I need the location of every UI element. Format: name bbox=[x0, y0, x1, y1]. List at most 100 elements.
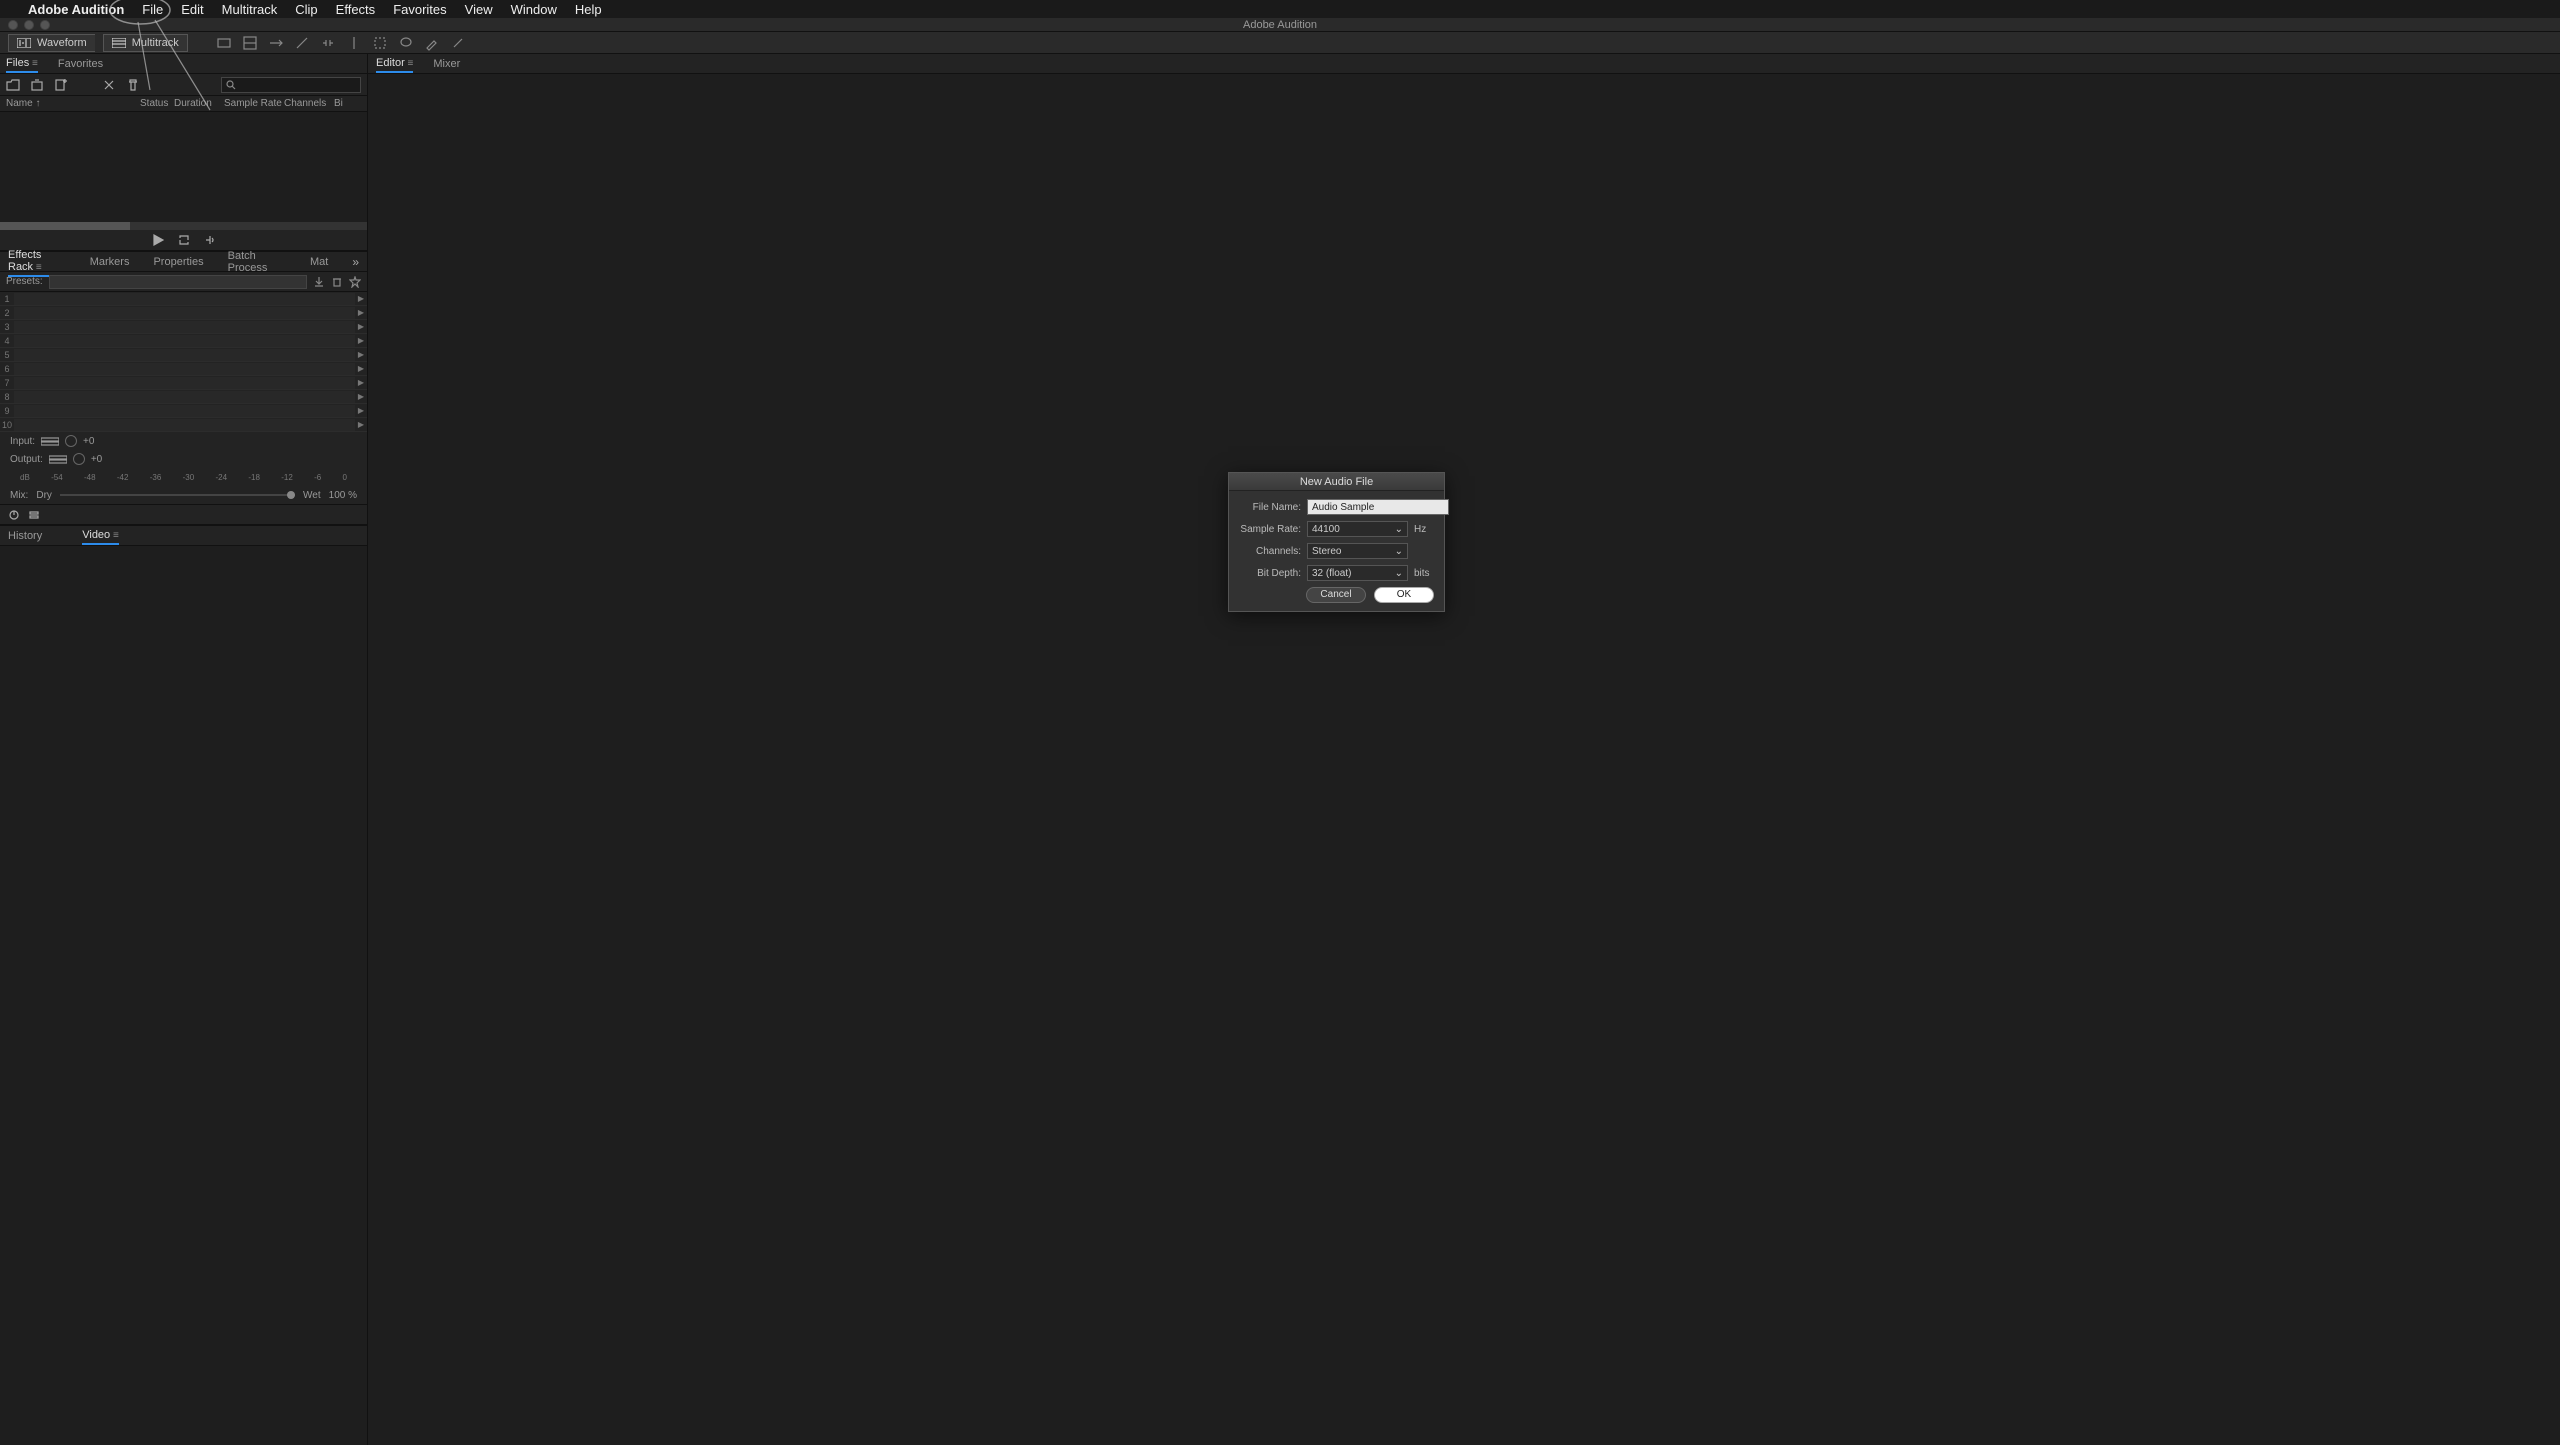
menu-view[interactable]: View bbox=[465, 2, 493, 17]
open-file-icon[interactable] bbox=[6, 78, 20, 92]
bitdepth-label: Bit Depth: bbox=[1239, 568, 1301, 579]
col-duration[interactable]: Duration bbox=[174, 98, 224, 109]
search-icon bbox=[226, 80, 236, 90]
samplerate-select[interactable]: 44100 ⌄ bbox=[1307, 521, 1408, 537]
menu-favorites[interactable]: Favorites bbox=[393, 2, 446, 17]
traffic-zoom-icon[interactable] bbox=[40, 20, 50, 30]
mix-slider[interactable] bbox=[60, 494, 295, 496]
slot-arrow-icon[interactable]: ▶ bbox=[355, 364, 367, 373]
close-file-icon[interactable] bbox=[102, 78, 116, 92]
files-toolbar bbox=[0, 74, 367, 96]
rack-slot: 3▶ bbox=[0, 320, 367, 334]
waveform-mode-button[interactable]: Waveform bbox=[8, 34, 95, 52]
menu-edit[interactable]: Edit bbox=[181, 2, 203, 17]
edit-icon[interactable] bbox=[28, 509, 40, 521]
mix-slider-thumb[interactable] bbox=[287, 491, 295, 499]
slot-arrow-icon[interactable]: ▶ bbox=[355, 350, 367, 359]
col-status[interactable]: Status bbox=[140, 98, 174, 109]
channels-label: Channels: bbox=[1239, 546, 1301, 557]
filename-input[interactable] bbox=[1307, 499, 1449, 515]
tool-brush-icon[interactable] bbox=[424, 35, 440, 51]
tool-slip-icon[interactable] bbox=[320, 35, 336, 51]
mix-wet: Wet bbox=[303, 490, 321, 501]
multitrack-mode-button[interactable]: Multitrack bbox=[103, 34, 188, 52]
tab-editor[interactable]: Editor bbox=[376, 55, 413, 73]
slot-arrow-icon[interactable]: ▶ bbox=[355, 322, 367, 331]
menu-file[interactable]: File bbox=[142, 2, 163, 17]
delete-preset-icon[interactable] bbox=[331, 276, 343, 288]
play-icon[interactable] bbox=[152, 234, 164, 246]
import-icon[interactable] bbox=[30, 78, 44, 92]
slot-arrow-icon[interactable]: ▶ bbox=[355, 294, 367, 303]
power-icon[interactable] bbox=[8, 509, 20, 521]
tab-favorites[interactable]: Favorites bbox=[58, 56, 103, 72]
rack-slot: 9▶ bbox=[0, 404, 367, 418]
mix-row: Mix: Dry Wet 100 % bbox=[0, 486, 367, 504]
slot-arrow-icon[interactable]: ▶ bbox=[355, 378, 367, 387]
editor-tabs: Editor Mixer bbox=[368, 54, 2560, 74]
effects-rack-tabs: Effects Rack Markers Properties Batch Pr… bbox=[0, 252, 367, 272]
output-knob[interactable] bbox=[73, 453, 85, 465]
new-file-icon[interactable] bbox=[54, 78, 68, 92]
files-hscroll-thumb[interactable] bbox=[0, 222, 130, 230]
tab-history[interactable]: History bbox=[8, 528, 42, 544]
samplerate-value: 44100 bbox=[1312, 524, 1340, 535]
traffic-close-icon[interactable] bbox=[8, 20, 18, 30]
samplerate-label: Sample Rate: bbox=[1239, 524, 1301, 535]
rack-slot: 2▶ bbox=[0, 306, 367, 320]
slot-arrow-icon[interactable]: ▶ bbox=[355, 420, 367, 429]
tool-icons-group bbox=[216, 35, 466, 51]
channels-value: Stereo bbox=[1312, 546, 1341, 557]
rack-bottom-bar bbox=[0, 504, 367, 526]
col-name[interactable]: Name ↑ bbox=[0, 98, 140, 109]
input-knob[interactable] bbox=[65, 435, 77, 447]
tool-spectral-icon[interactable] bbox=[242, 35, 258, 51]
menu-window[interactable]: Window bbox=[511, 2, 557, 17]
ok-button[interactable]: OK bbox=[1374, 587, 1434, 603]
tool-marquee-icon[interactable] bbox=[372, 35, 388, 51]
tool-lasso-icon[interactable] bbox=[398, 35, 414, 51]
slot-arrow-icon[interactable]: ▶ bbox=[355, 336, 367, 345]
tool-move-icon[interactable] bbox=[268, 35, 284, 51]
cancel-button[interactable]: Cancel bbox=[1306, 587, 1366, 603]
menu-clip[interactable]: Clip bbox=[295, 2, 317, 17]
tab-match[interactable]: Mat bbox=[310, 254, 328, 270]
tab-mixer[interactable]: Mixer bbox=[433, 56, 460, 72]
tool-razor-icon[interactable] bbox=[294, 35, 310, 51]
col-bitdepth[interactable]: Bi bbox=[334, 98, 354, 109]
tool-hud-icon[interactable] bbox=[216, 35, 232, 51]
slot-arrow-icon[interactable]: ▶ bbox=[355, 308, 367, 317]
window-title: Adobe Audition bbox=[1243, 19, 1317, 31]
chevron-down-icon: ⌄ bbox=[1395, 546, 1403, 557]
tab-files[interactable]: Files bbox=[6, 55, 38, 73]
col-samplerate[interactable]: Sample Rate bbox=[224, 98, 284, 109]
menu-effects[interactable]: Effects bbox=[336, 2, 376, 17]
files-search-input[interactable] bbox=[221, 77, 361, 93]
files-panel-tabs: Files Favorites bbox=[0, 54, 367, 74]
app-name[interactable]: Adobe Audition bbox=[28, 2, 124, 17]
tab-properties[interactable]: Properties bbox=[153, 254, 203, 270]
traffic-minimize-icon[interactable] bbox=[24, 20, 34, 30]
history-video-tabs: History Video bbox=[0, 526, 367, 546]
tab-video[interactable]: Video bbox=[82, 527, 119, 545]
tool-time-icon[interactable] bbox=[346, 35, 362, 51]
save-preset-icon[interactable] bbox=[313, 276, 325, 288]
files-hscroll[interactable] bbox=[0, 222, 367, 230]
loop-icon[interactable] bbox=[178, 234, 190, 246]
trash-icon[interactable] bbox=[126, 78, 140, 92]
input-value: +0 bbox=[83, 436, 94, 447]
slot-arrow-icon[interactable]: ▶ bbox=[355, 406, 367, 415]
autoplay-icon[interactable] bbox=[204, 234, 216, 246]
tool-heal-icon[interactable] bbox=[450, 35, 466, 51]
col-channels[interactable]: Channels bbox=[284, 98, 334, 109]
tab-markers[interactable]: Markers bbox=[90, 254, 130, 270]
bitdepth-select[interactable]: 32 (float) ⌄ bbox=[1307, 565, 1408, 581]
output-meter-icon bbox=[49, 454, 67, 464]
tabs-overflow-icon[interactable]: » bbox=[352, 255, 359, 269]
presets-dropdown[interactable] bbox=[49, 275, 307, 289]
channels-select[interactable]: Stereo ⌄ bbox=[1307, 543, 1408, 559]
menu-help[interactable]: Help bbox=[575, 2, 602, 17]
slot-arrow-icon[interactable]: ▶ bbox=[355, 392, 367, 401]
favorite-preset-icon[interactable] bbox=[349, 276, 361, 288]
menu-multitrack[interactable]: Multitrack bbox=[222, 2, 278, 17]
